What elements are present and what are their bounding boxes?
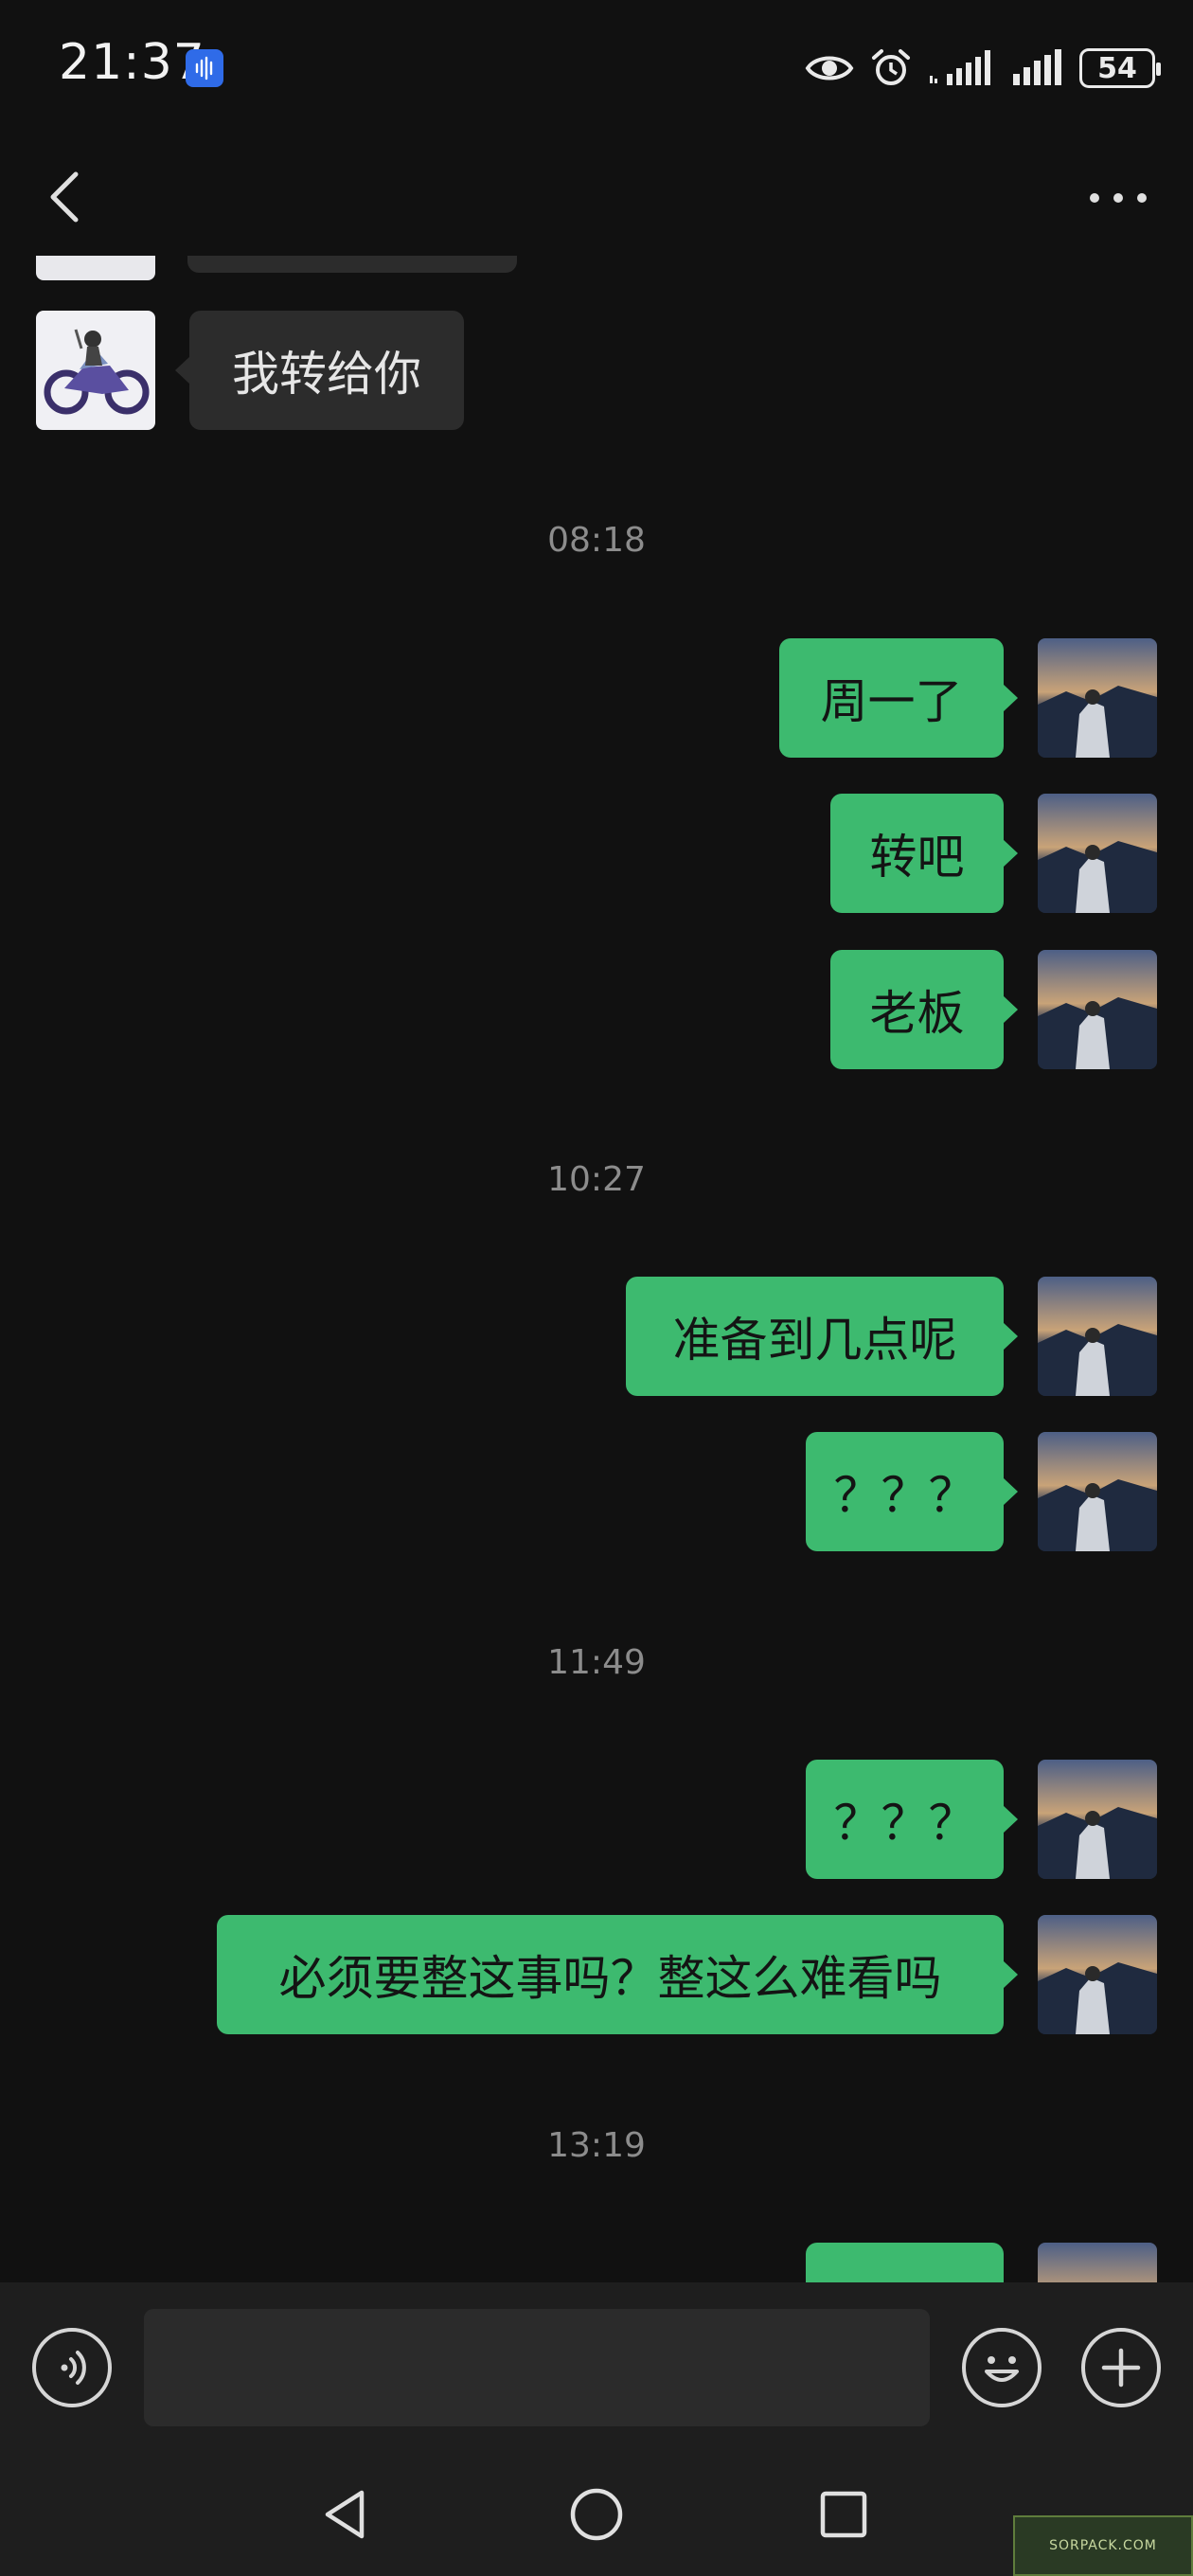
message-bubble-outgoing[interactable]: ？？？: [806, 1760, 1018, 1879]
nav-back-button[interactable]: [312, 2481, 379, 2548]
message-text: 必须要整这事吗？整这么难看吗: [278, 1951, 942, 2006]
message-bubble-outgoing-partial[interactable]: [806, 2243, 1004, 2282]
message-bubble-outgoing[interactable]: 老板: [830, 950, 1018, 1069]
more-dots-icon: [1090, 193, 1147, 203]
circle-home-icon: [570, 2488, 623, 2541]
input-bar: [0, 2282, 1193, 2443]
signal-icon: [930, 50, 990, 85]
message-bubble-outgoing[interactable]: 必须要整这事吗？整这么难看吗: [217, 1915, 1018, 2034]
add-attachment-button[interactable]: [1081, 2328, 1161, 2407]
contact-avatar[interactable]: [36, 256, 155, 280]
battery-level: 54: [1097, 51, 1137, 85]
emoji-button[interactable]: [962, 2328, 1042, 2407]
message-bubble-outgoing[interactable]: 周一了: [779, 638, 1018, 758]
my-avatar[interactable]: [1038, 2243, 1157, 2282]
message-input[interactable]: [144, 2309, 930, 2426]
emoji-icon: [985, 2356, 1019, 2382]
message-bubble-incoming[interactable]: 我转给你: [175, 311, 464, 430]
message-text: 转吧: [869, 830, 965, 885]
message-text: ？？？: [833, 1468, 976, 1523]
alarm-icon: [872, 49, 910, 85]
battery-icon: 54: [1079, 48, 1161, 88]
my-avatar[interactable]: [1038, 950, 1157, 1069]
back-button[interactable]: [42, 169, 89, 225]
my-avatar[interactable]: [1038, 1432, 1157, 1551]
plus-icon: [1101, 2348, 1141, 2388]
message-timestamp: 10:27: [547, 1160, 646, 1199]
more-button[interactable]: [1085, 174, 1151, 222]
message-bubble-outgoing[interactable]: 转吧: [830, 794, 1018, 913]
voice-input-button[interactable]: [32, 2328, 112, 2407]
voice-recorder-icon: [186, 49, 223, 87]
message-bubble-outgoing[interactable]: 准备到几点呢: [626, 1277, 1018, 1396]
nav-recents-button[interactable]: [810, 2481, 877, 2548]
message-text: 老板: [869, 986, 965, 1041]
message-text: ？？？: [833, 1796, 976, 1851]
message-text: 我转给你: [232, 347, 421, 402]
chevron-left-icon: [50, 171, 79, 223]
message-timestamp: 13:19: [547, 2126, 646, 2165]
message-text: 周一了: [820, 674, 963, 729]
my-avatar[interactable]: [1038, 1760, 1157, 1879]
status-bar: 21:37 54: [0, 0, 1193, 133]
cut-off-message: [187, 256, 517, 273]
watermark-text: SORPACK.COM: [1049, 2538, 1157, 2553]
my-avatar[interactable]: [1038, 1915, 1157, 2034]
my-avatar[interactable]: [1038, 1277, 1157, 1396]
watermark-logo: SORPACK.COM: [1013, 2515, 1193, 2576]
square-recents-icon: [820, 2491, 867, 2538]
my-avatar[interactable]: [1038, 794, 1157, 913]
chat-header: [0, 133, 1193, 256]
signal-icon: [1013, 49, 1061, 85]
triangle-back-icon: [325, 2490, 365, 2539]
my-avatar[interactable]: [1038, 638, 1157, 758]
eye-icon: [805, 56, 854, 80]
message-text: 准备到几点呢: [672, 1313, 957, 1368]
chat-messages[interactable]: 我转给你 08:18 周一了 转吧 老板 10:27 准备到几点呢 ？？？ 11…: [0, 256, 1193, 2282]
status-time: 21:37: [59, 34, 205, 91]
status-icons: 54: [805, 44, 1161, 93]
nav-home-button[interactable]: [563, 2481, 630, 2548]
message-timestamp: 08:18: [547, 521, 646, 560]
contact-avatar[interactable]: [36, 311, 155, 430]
message-timestamp: 11:49: [547, 1643, 646, 1682]
voice-wave-icon: [61, 2351, 86, 2385]
message-bubble-outgoing[interactable]: ？？？: [806, 1432, 1018, 1551]
